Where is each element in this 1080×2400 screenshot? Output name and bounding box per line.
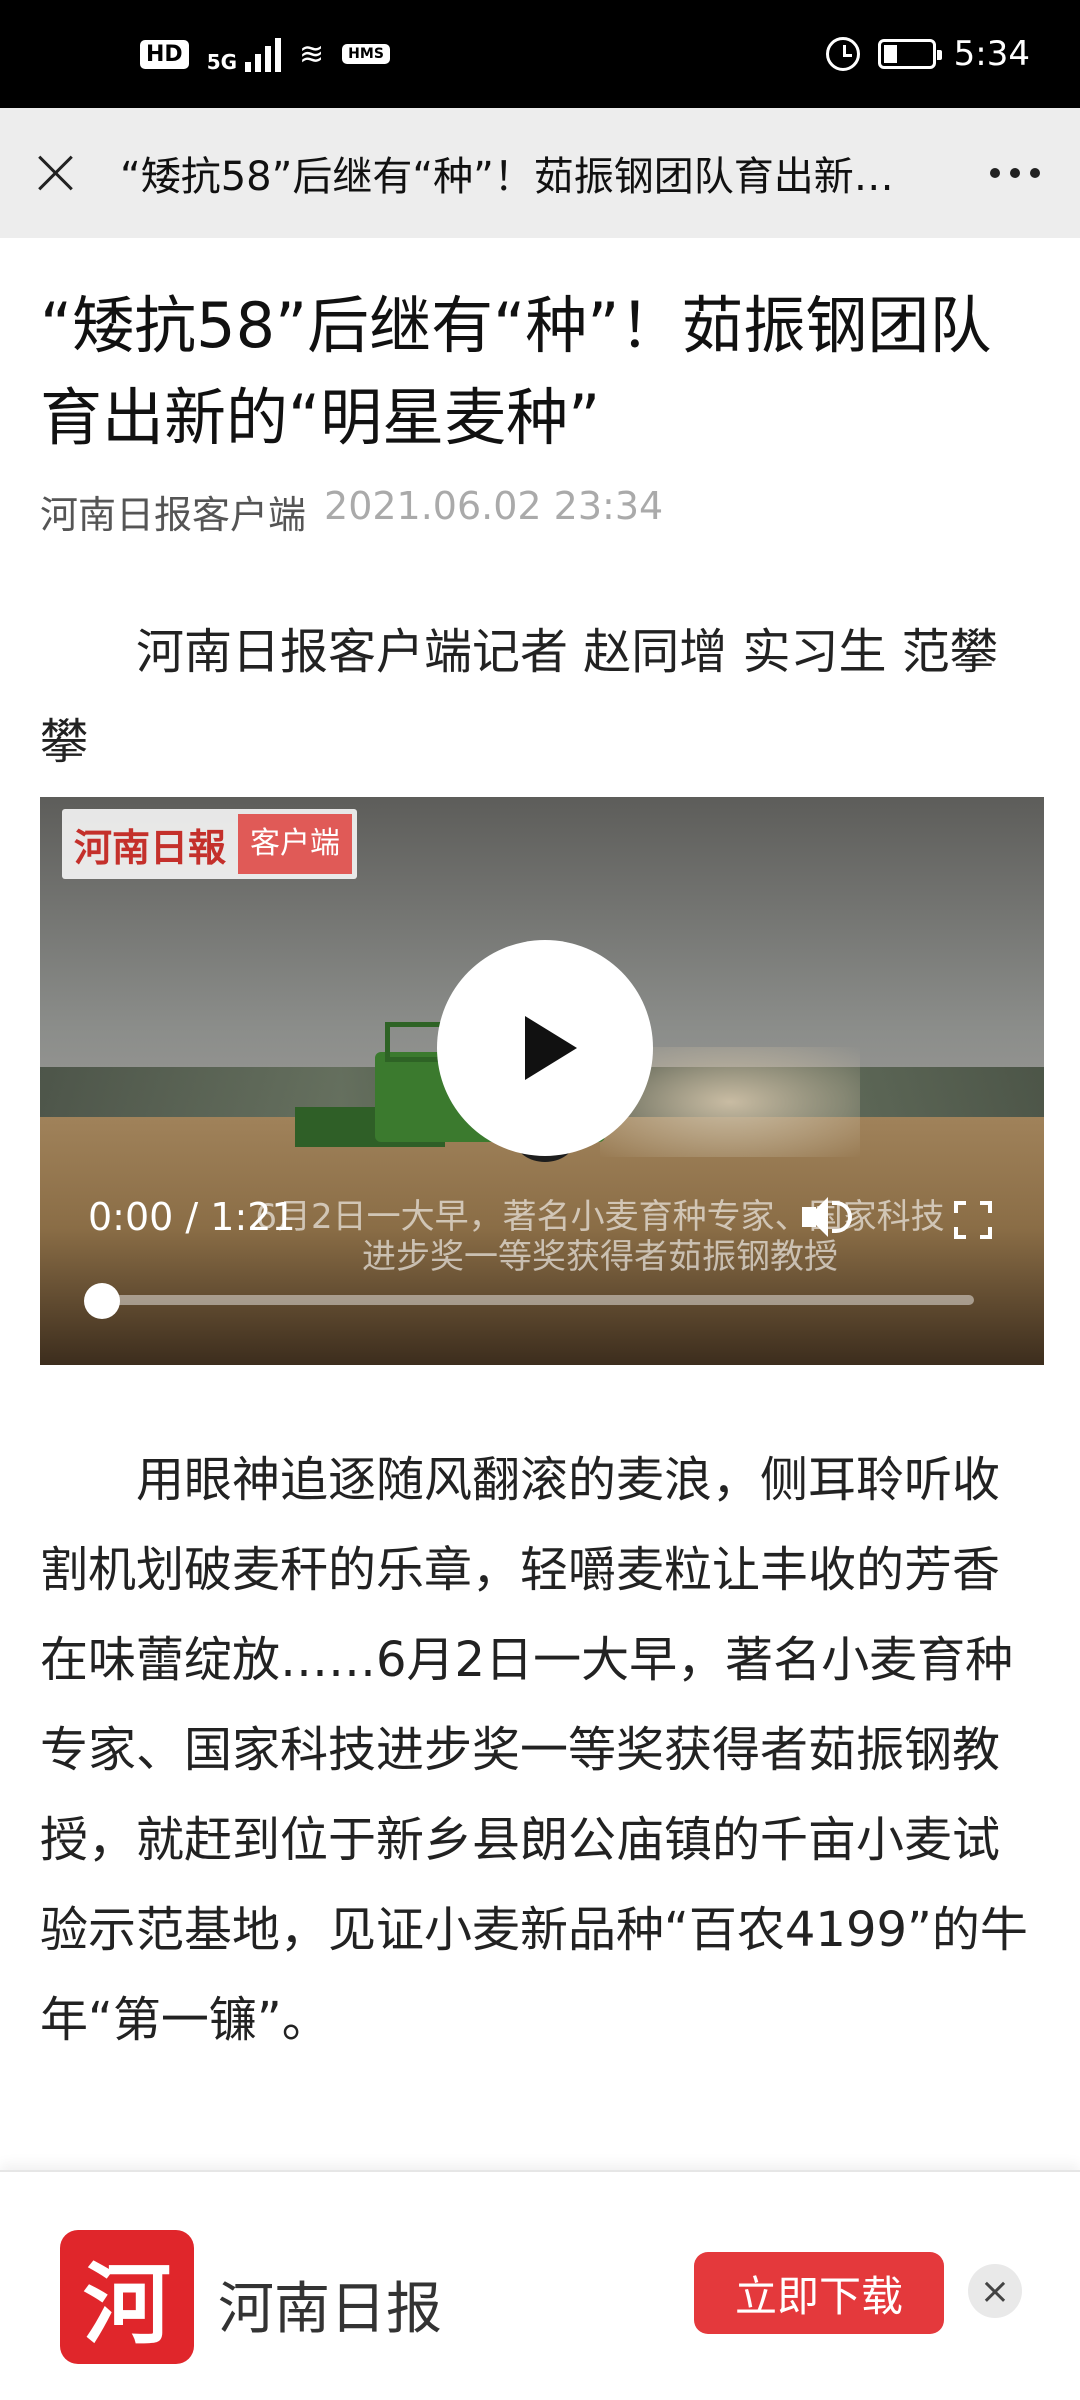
video-progress-thumb[interactable]	[84, 1283, 120, 1319]
app-name: 河南日报	[218, 2277, 442, 2342]
video-time: 0:00 / 1:21	[88, 1195, 296, 1239]
article-datetime: 2021.06.02 23:34	[324, 484, 664, 528]
article: “矮抗58”后继有“种”！茹振钢团队育出新的“明星麦种” 河南日报客户端 202…	[40, 238, 1044, 2065]
watermark-name: 河南日報	[74, 824, 227, 870]
article-source[interactable]: 河南日报客户端	[40, 484, 306, 539]
fullscreen-icon	[954, 1201, 966, 1213]
watermark-tag: 客户端	[238, 814, 353, 874]
top-nav-bar: “矮抗58”后继有“种”！茹振钢团队育出新…	[0, 108, 1080, 238]
close-icon: ×	[979, 2270, 1011, 2312]
network-type-label: 5G	[206, 50, 238, 74]
close-button[interactable]	[30, 148, 80, 198]
status-right: 5:34	[825, 34, 1030, 74]
alarm-icon	[825, 37, 860, 71]
app-download-banner: 河 河南日报 立即下载 ×	[0, 2170, 1080, 2400]
video-watermark-logo: 河南日報 客户端	[62, 809, 358, 879]
clock: 5:34	[953, 34, 1030, 74]
signal-icon: 5G	[206, 36, 282, 74]
page-title: “矮抗58”后继有“种”！茹振钢团队育出新…	[120, 154, 894, 200]
article-paragraph: 用眼神追逐随风翻滚的麦浪，侧耳聆听收割机划破麦秆的乐章，轻嚼麦粒让丰收的芳香在味…	[40, 1452, 1028, 2048]
hms-indicator: HMS	[342, 44, 390, 64]
status-bar: HD 5G ≋ HMS 5:34	[0, 0, 1080, 108]
video-progress-bar[interactable]	[102, 1295, 974, 1305]
article-byline: 河南日报客户端记者 赵同增 实习生 范攀攀	[40, 624, 998, 770]
battery-icon	[877, 39, 942, 69]
banner-close-button[interactable]: ×	[968, 2264, 1022, 2318]
article-headline: “矮抗58”后继有“种”！茹振钢团队育出新的“明星麦种”	[40, 289, 992, 454]
article-meta: 河南日报客户端 2021.06.02 23:34	[40, 484, 1040, 539]
play-button[interactable]	[437, 940, 653, 1156]
download-button[interactable]: 立即下载	[694, 2252, 944, 2334]
more-icon	[990, 168, 1000, 178]
video-player[interactable]: 河南日報 客户端 6月2日一大早，著名小麦育种专家、国家科技进步奖一等奖获得者茹…	[40, 797, 1044, 1365]
status-left: HD 5G ≋ HMS	[140, 36, 390, 72]
wifi-icon: ≋	[299, 36, 325, 72]
app-logo: 河	[60, 2230, 194, 2364]
more-options-button[interactable]	[980, 158, 1050, 188]
fullscreen-button[interactable]	[954, 1201, 992, 1239]
hd-indicator: HD	[140, 39, 189, 69]
volume-button[interactable]	[802, 1193, 858, 1241]
